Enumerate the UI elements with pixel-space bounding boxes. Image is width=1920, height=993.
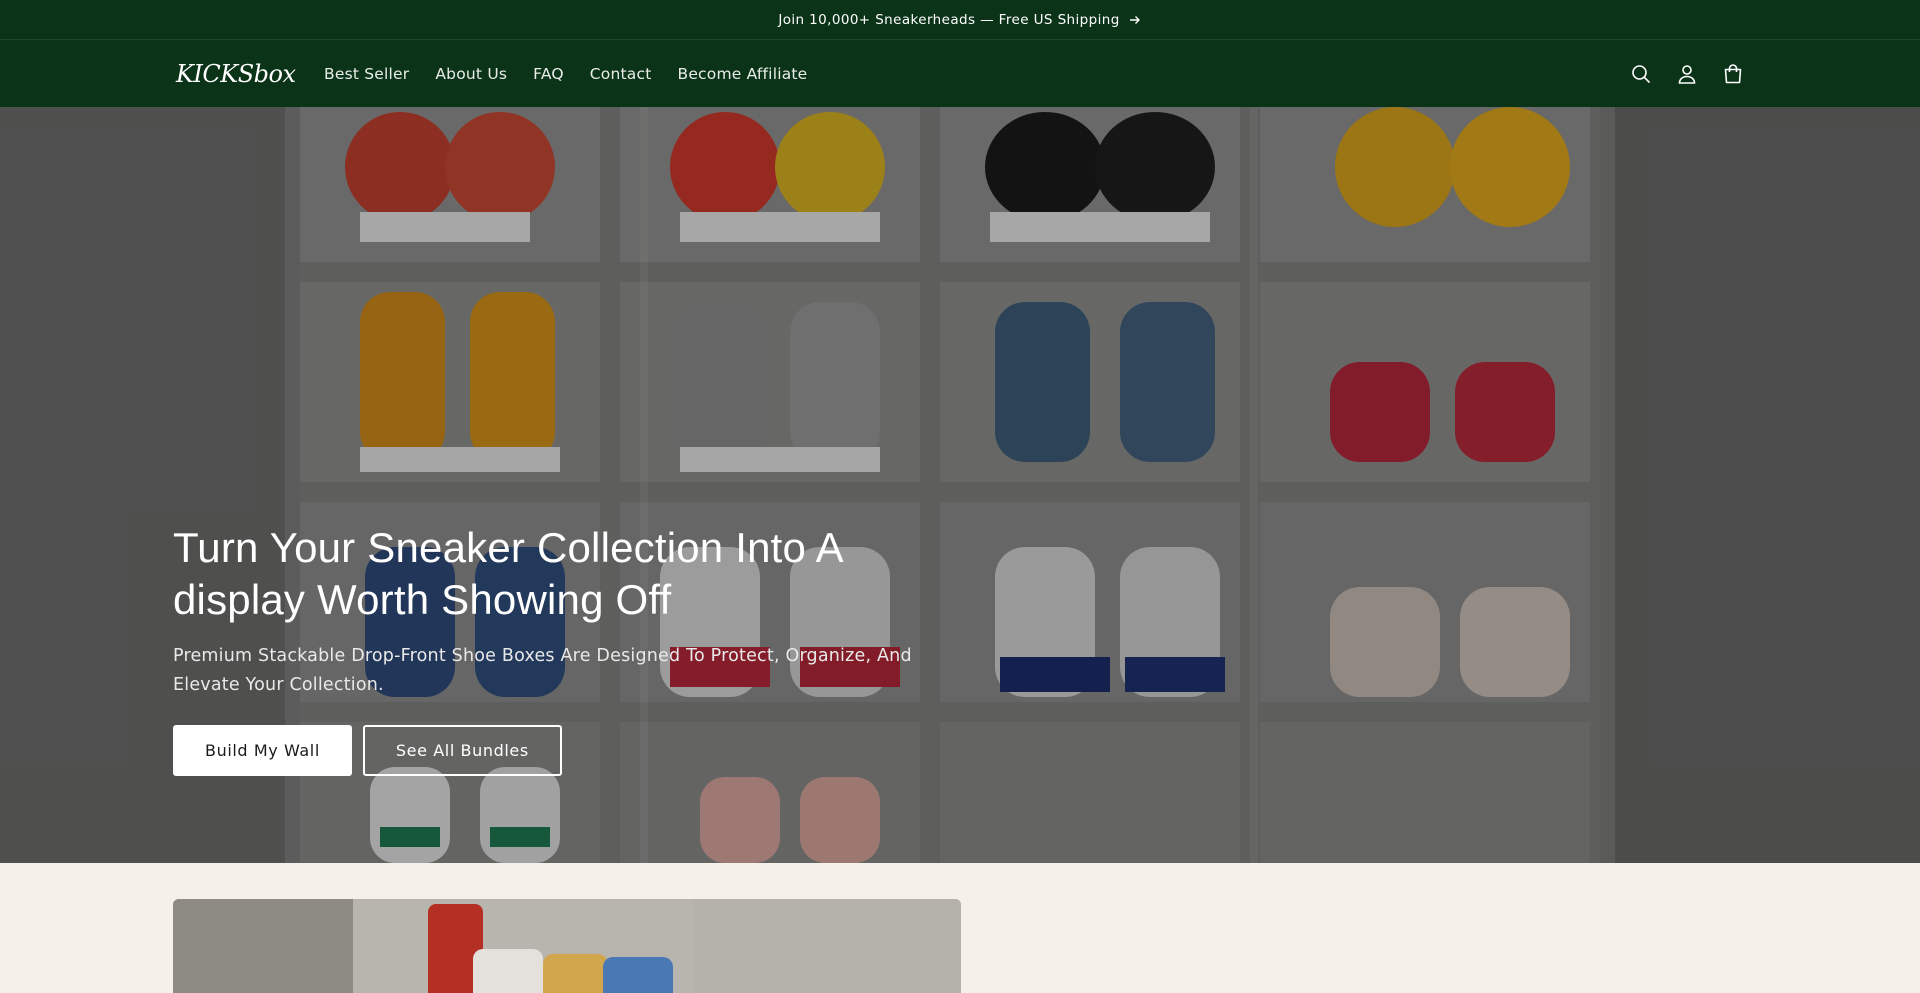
main-nav: Best Seller About Us FAQ Contact Become … [324,40,807,107]
arrow-right-icon [1128,13,1142,27]
see-all-bundles-button[interactable]: See All Bundles [362,725,562,776]
nav-faq[interactable]: FAQ [533,65,564,83]
build-my-wall-button[interactable]: Build My Wall [173,725,352,776]
header-icons [1629,40,1745,107]
featured-product-image[interactable] [173,899,961,993]
hero-title: Turn Your Sneaker Collection Into A disp… [173,524,842,623]
search-icon[interactable] [1629,62,1653,86]
hero-buttons: Build My Wall See All Bundles [173,725,953,776]
announcement-bar[interactable]: Join 10,000+ Sneakerheads — Free US Ship… [0,0,1920,40]
hero-content: Turn Your Sneaker Collection Into A disp… [173,522,953,776]
hero-banner: Turn Your Sneaker Collection Into A disp… [0,107,1920,863]
featured-image-graphic [173,899,961,993]
site-header: KICKSbox Best Seller About Us FAQ Contac… [0,40,1920,107]
nav-become-affiliate[interactable]: Become Affiliate [677,65,807,83]
nav-contact[interactable]: Contact [590,65,652,83]
hero-subtitle: Premium Stackable Drop-Front Shoe Boxes … [173,646,912,695]
announcement-text: Join 10,000+ Sneakerheads — Free US Ship… [778,11,1120,28]
account-icon[interactable] [1675,62,1699,86]
cart-icon[interactable] [1721,62,1745,86]
featured-section [0,863,1920,993]
logo[interactable]: KICKSbox [176,60,296,88]
nav-about-us[interactable]: About Us [435,65,507,83]
nav-best-seller[interactable]: Best Seller [324,65,409,83]
